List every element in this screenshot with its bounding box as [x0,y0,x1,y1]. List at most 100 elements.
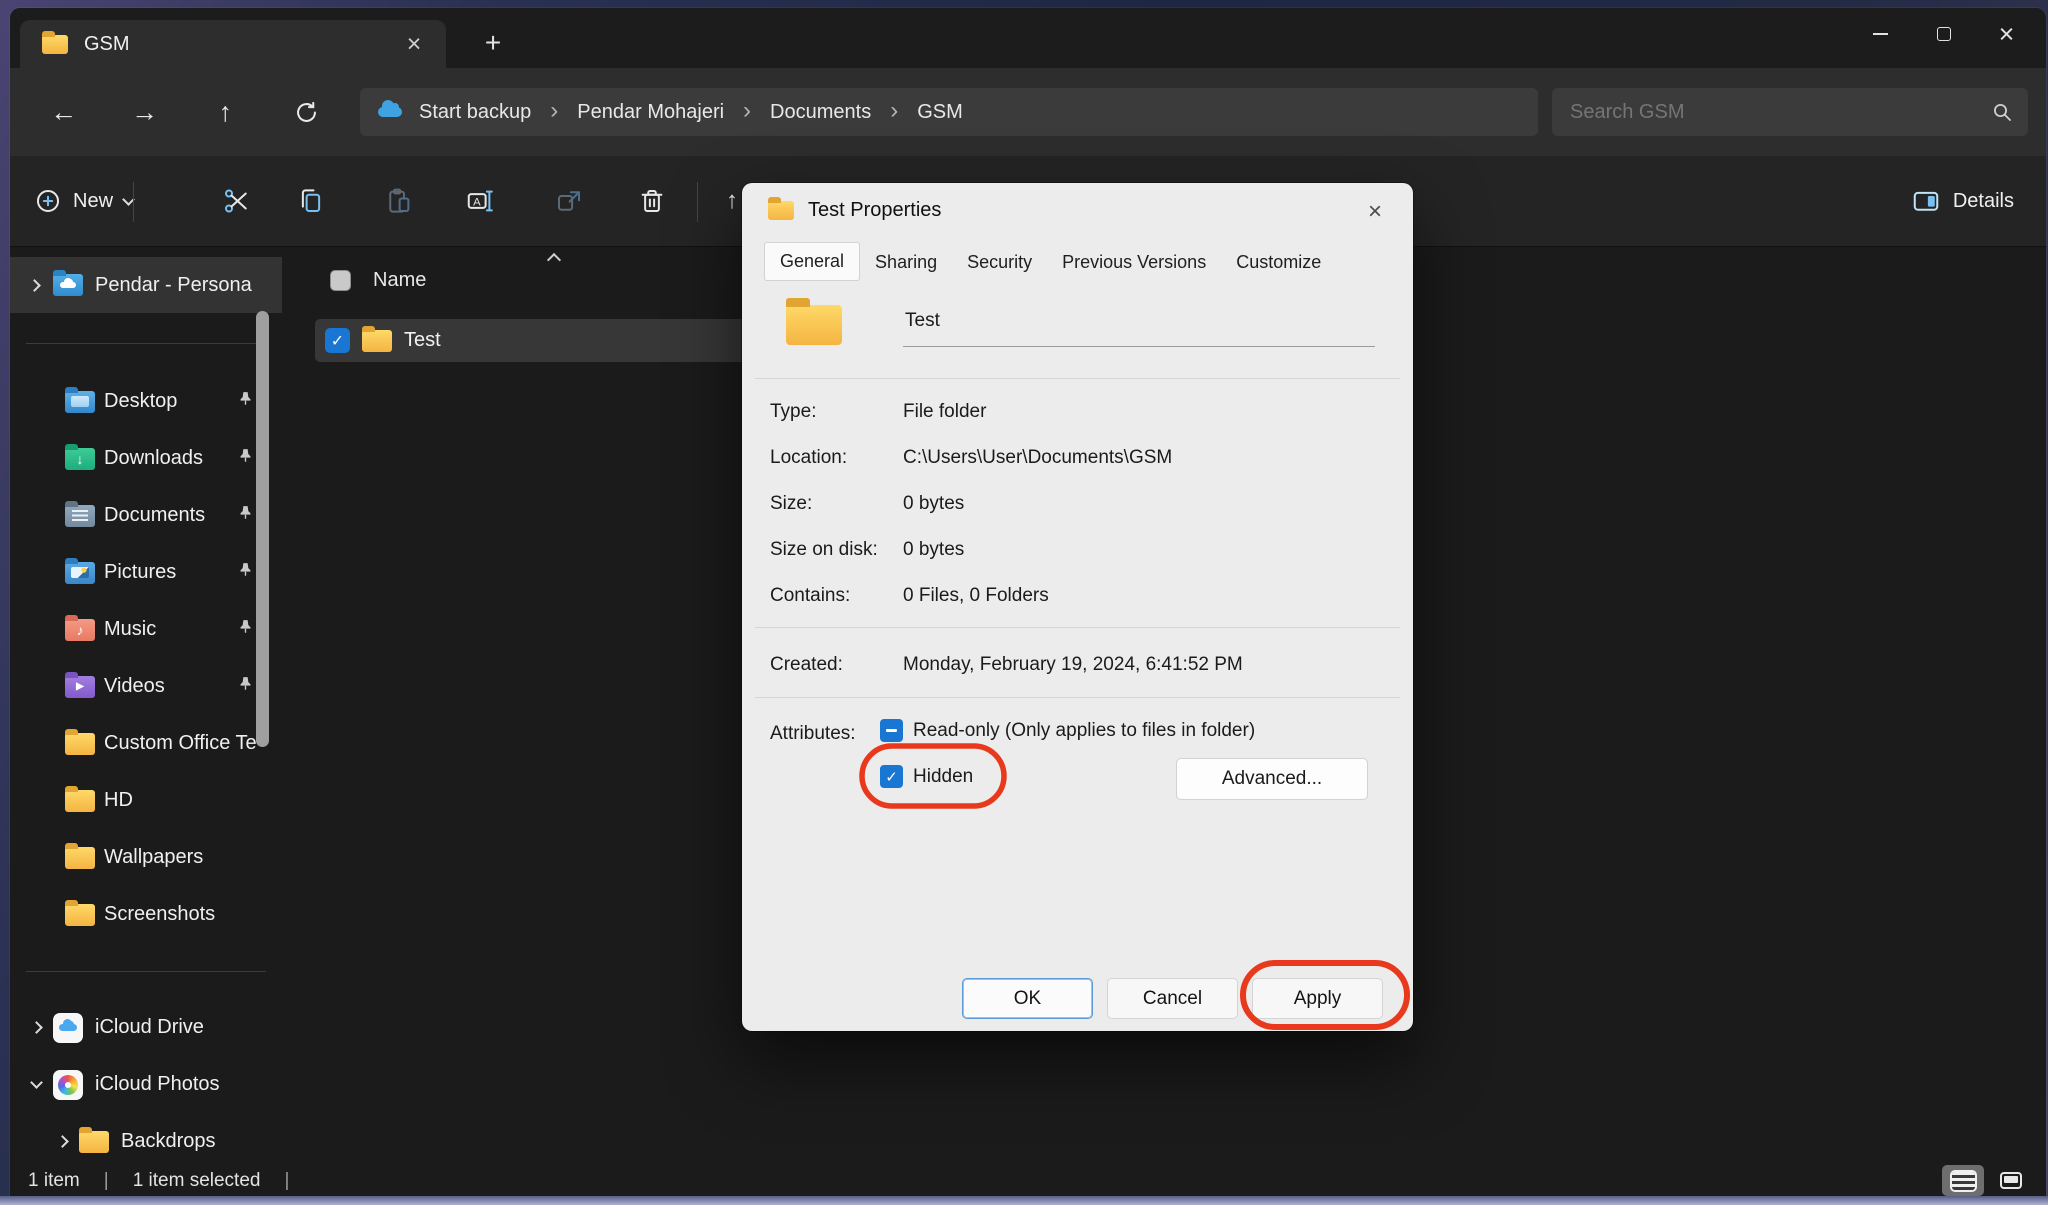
plus-circle-icon [34,187,62,215]
cancel-button[interactable]: Cancel [1107,978,1238,1019]
sidebar-divider [10,943,282,999]
details-pane-button[interactable]: Details [1911,186,2014,216]
tab-customize[interactable]: Customize [1221,244,1336,281]
share-button[interactable] [541,173,597,229]
rename-icon: A [465,186,495,216]
breadcrumb-segment-documents[interactable]: Documents [770,101,871,124]
music-note-glyph: ♪ [65,619,95,641]
hidden-label: Hidden [913,766,973,788]
breadcrumb[interactable]: Start backup › Pendar Mohajeri › Documen… [360,88,1538,136]
navigation-bar: ← → ↑ Start backup › Pendar Mohajeri › D… [10,68,2046,156]
sidebar-item-wallpapers[interactable]: Wallpapers [10,829,282,886]
folder-icon [65,733,95,755]
property-row-type: Type: File folder [770,389,1385,435]
attributes-label: Attributes: [770,723,856,745]
dialog-separator [755,697,1400,698]
minimize-button[interactable] [1849,8,1912,60]
tab-security[interactable]: Security [952,244,1047,281]
maximize-button[interactable] [1912,8,1975,60]
apply-button[interactable]: Apply [1252,978,1383,1019]
sidebar-item-desktop[interactable]: Desktop [10,373,282,430]
videos-folder-icon: ▶ [65,676,95,698]
sidebar-item-icloud-photos[interactable]: iCloud Photos [10,1056,282,1113]
row-checkbox[interactable]: ✓ [325,328,350,353]
view-toggles [1942,1165,2032,1196]
tab-previous-versions[interactable]: Previous Versions [1047,244,1221,281]
select-all-checkbox[interactable] [330,270,351,291]
delete-button[interactable] [624,173,680,229]
sidebar-scrollbar[interactable] [256,311,269,747]
folder-icon [768,201,794,220]
up-button[interactable]: ↑ [198,88,252,136]
column-header-name[interactable]: Name [330,269,426,292]
sidebar-item-icloud-drive[interactable]: iCloud Drive [10,999,282,1056]
download-arrow-glyph: ↓ [65,448,95,470]
folder-icon [42,35,68,54]
sidebar-item-downloads[interactable]: ↓ Downloads [10,430,282,487]
tab-sharing[interactable]: Sharing [860,244,952,281]
cut-button[interactable] [209,173,265,229]
tab-close-icon[interactable]: × [398,28,430,60]
properties-dialog: Test Properties × General Sharing Securi… [742,183,1413,1031]
search-input[interactable] [1570,101,1990,124]
back-button[interactable]: ← [37,88,91,136]
icloud-photos-icon [53,1070,83,1100]
pin-icon [237,447,254,470]
explorer-tab-gsm[interactable]: GSM × [20,20,446,68]
hidden-checkbox[interactable]: ✓ [880,765,903,788]
pin-icon [237,618,254,641]
sidebar-item-screenshots[interactable]: Screenshots [10,886,282,943]
tab-bar: GSM × + × [10,8,2046,68]
documents-folder-icon [65,505,95,527]
downloads-folder-icon: ↓ [65,448,95,470]
dialog-close-button[interactable]: × [1357,195,1393,229]
folder-name-field[interactable]: Test [903,304,1375,347]
readonly-attribute-row: Read-only (Only applies to files in fold… [880,719,1255,742]
new-button[interactable]: New [34,187,133,215]
breadcrumb-segment-user[interactable]: Pendar Mohajeri [577,101,724,124]
sidebar-item-documents[interactable]: Documents [10,487,282,544]
sidebar-divider [10,313,282,373]
ok-button[interactable]: OK [962,978,1093,1019]
sidebar-item-custom-office[interactable]: Custom Office Te [10,715,282,772]
onedrive-folder-icon [53,274,83,296]
chevron-right-icon [28,279,41,292]
paste-button[interactable] [371,173,427,229]
new-tab-button[interactable]: + [472,24,514,62]
sidebar-item-backdrops[interactable]: Backdrops [10,1113,282,1164]
item-count: 1 item [28,1170,80,1192]
chevron-down-icon [30,1076,43,1089]
music-folder-icon: ♪ [65,619,95,641]
rename-button[interactable]: A [452,173,508,229]
sidebar-item-pictures[interactable]: Pictures [10,544,282,601]
advanced-button[interactable]: Advanced... [1176,758,1368,800]
sidebar-item-music[interactable]: ♪ Music [10,601,282,658]
tab-general[interactable]: General [764,242,860,281]
close-button[interactable]: × [1975,8,2038,60]
readonly-checkbox[interactable] [880,719,903,742]
refresh-button[interactable] [279,88,333,136]
cloud-icon [60,282,76,288]
folder-icon [65,847,95,869]
thumbnail-view-button[interactable] [1990,1165,2032,1196]
copy-button[interactable] [283,173,339,229]
forward-button[interactable]: → [118,88,172,136]
minimize-icon [1873,33,1888,35]
sidebar-item-onedrive-root[interactable]: Pendar - Persona [10,257,282,313]
desktop-blur-strip [0,1196,2048,1205]
check-icon: ✓ [885,768,898,786]
breadcrumb-segment-gsm[interactable]: GSM [917,101,963,124]
selection-count: 1 item selected [133,1170,261,1192]
navigation-sidebar: Pendar - Persona Desktop ↓ Downloads Doc… [10,247,282,1164]
photos-flower-icon [58,1075,78,1095]
desktop: GSM × + × ← → ↑ Start backup [0,0,2048,1205]
dialog-separator [755,378,1400,379]
property-row-contains: Contains: 0 Files, 0 Folders [770,573,1385,619]
sidebar-item-videos[interactable]: ▶ Videos [10,658,282,715]
paste-icon [384,186,414,216]
breadcrumb-start-backup[interactable]: Start backup [419,101,531,124]
details-view-button[interactable] [1942,1165,1984,1196]
sidebar-item-hd[interactable]: HD [10,772,282,829]
details-view-icon [1952,1172,1975,1190]
search-box[interactable] [1552,88,2028,136]
